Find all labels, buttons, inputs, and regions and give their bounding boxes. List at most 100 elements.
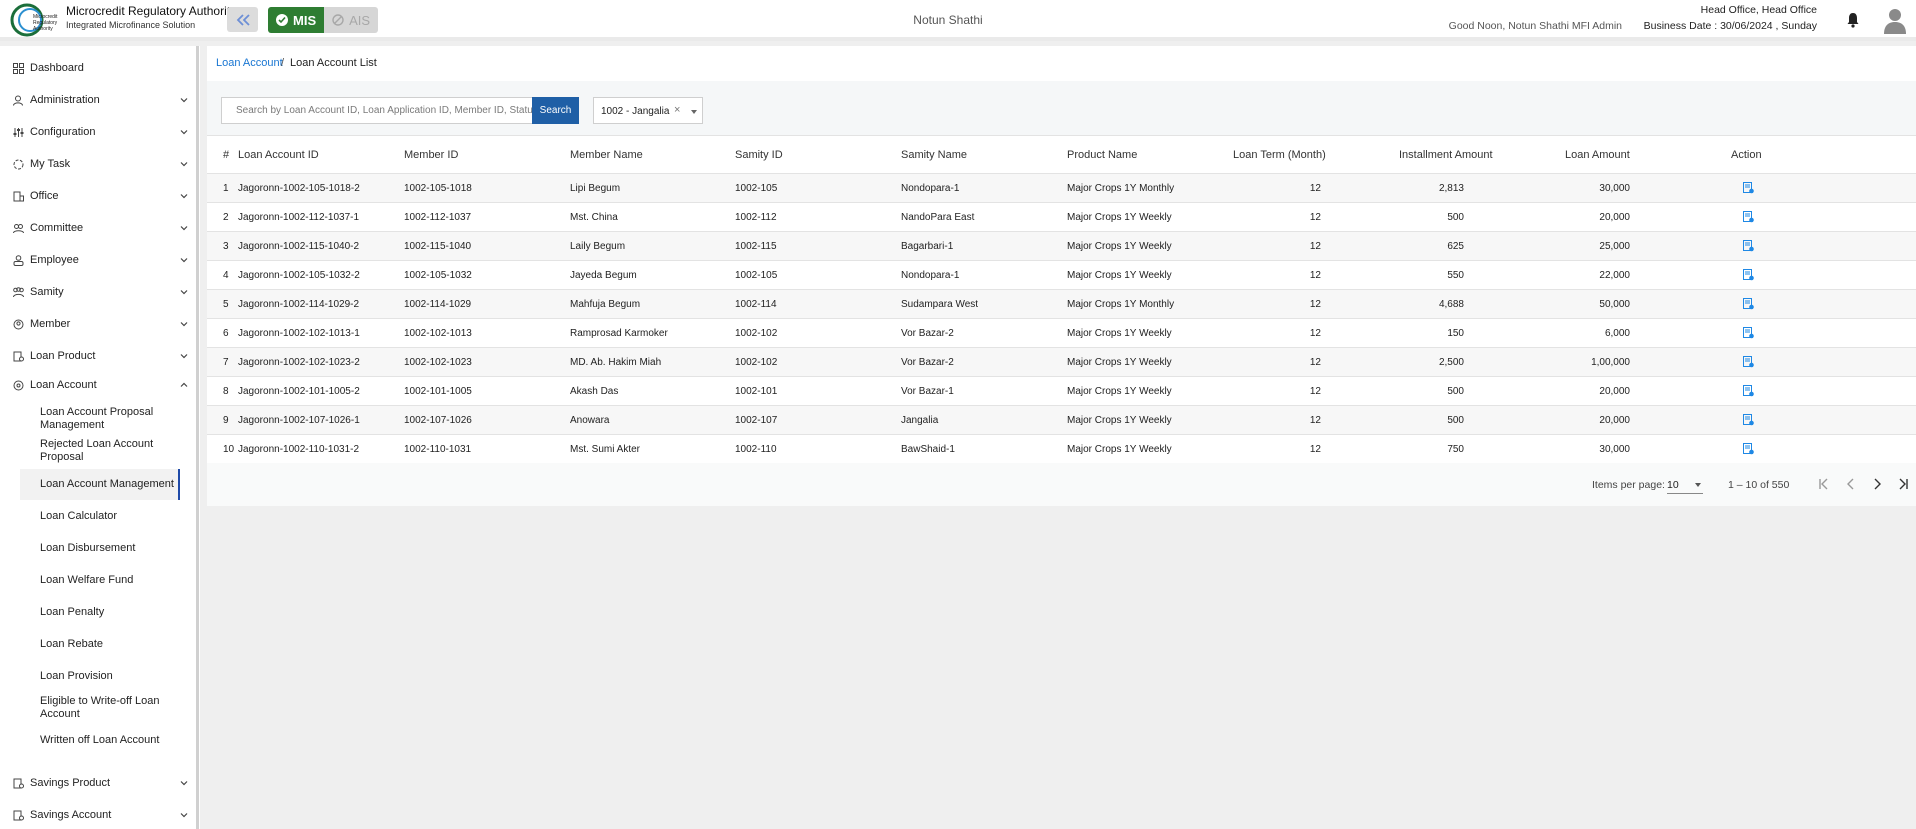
sidebar-item-loan-account[interactable]: Loan Account [0, 371, 196, 399]
table-row[interactable]: 10 Jagoronn-1002-110-1031-2 1002-110-1031 M… [207, 434, 1916, 464]
sidebar-item-my-task[interactable]: My Task [0, 150, 196, 178]
cell-loan-amount: 50,000 [1565, 289, 1731, 319]
table-row[interactable]: 6 Jagoronn-1002-102-1013-1 1002-102-1013 Ra… [207, 318, 1916, 348]
sidebar-item-label: My Task [30, 158, 71, 170]
sidebar-sub-rejected-proposal[interactable]: Rejected Loan Account Proposal [20, 437, 180, 465]
col-header-loan-term[interactable]: Loan Term (Month) [1233, 135, 1399, 174]
dashboard-icon [13, 62, 24, 74]
cell-member-name: Jayeda Begum [570, 260, 735, 290]
view-details-icon[interactable] [1743, 327, 1754, 339]
col-header-samity-id[interactable]: Samity ID [735, 135, 901, 174]
loan-product-icon [13, 351, 24, 361]
caret-down-icon [1695, 483, 1701, 487]
cell-action [1731, 376, 1916, 406]
breadcrumb-current: Loan Account List [290, 57, 377, 69]
sidebar-scrollbar[interactable] [196, 46, 199, 829]
office-icon [13, 191, 24, 201]
sidebar-sub-loan-rebate[interactable]: Loan Rebate [20, 635, 180, 653]
cell-loan-amount: 1,00,000 [1565, 347, 1731, 377]
module-switch: MIS AIS [268, 7, 379, 33]
search-button[interactable]: Search [532, 97, 579, 124]
table-row[interactable]: 9 Jagoronn-1002-107-1026-1 1002-107-1026 An… [207, 405, 1916, 435]
table-row[interactable]: 5 Jagoronn-1002-114-1029-2 1002-114-1029 Ma… [207, 289, 1916, 319]
view-details-icon[interactable] [1743, 385, 1754, 397]
sidebar-item-employee[interactable]: Employee [0, 246, 196, 274]
user-avatar-icon[interactable] [1883, 7, 1907, 34]
cell-product-name: Major Crops 1Y Monthly [1067, 173, 1233, 203]
sidebar-sub-eligible-write-off[interactable]: Eligible to Write-off Loan Account [20, 694, 180, 722]
col-header-member-name[interactable]: Member Name [570, 135, 735, 174]
chevron-down-icon [180, 322, 188, 327]
view-details-icon[interactable] [1743, 182, 1754, 194]
bell-icon[interactable] [1846, 12, 1860, 28]
sidebar-sub-loan-calculator[interactable]: Loan Calculator [20, 507, 180, 525]
greeting-text: Good Noon, Notun Shathi MFI Admin [1448, 20, 1622, 32]
cell-member-id: 1002-101-1005 [404, 376, 570, 406]
view-details-icon[interactable] [1743, 443, 1754, 455]
view-details-icon[interactable] [1743, 269, 1754, 281]
table-row[interactable]: 4 Jagoronn-1002-105-1032-2 1002-105-1032 Ja… [207, 260, 1916, 290]
sidebar-sub-loan-disbursement[interactable]: Loan Disbursement [20, 539, 180, 557]
table-row[interactable]: 3 Jagoronn-1002-115-1040-2 1002-115-1040 La… [207, 231, 1916, 261]
cell-installment-amount: 750 [1399, 434, 1565, 464]
table-row[interactable]: 1 Jagoronn-1002-105-1018-2 1002-105-1018 Li… [207, 173, 1916, 203]
sidebar-sub-loan-welfare-fund[interactable]: Loan Welfare Fund [20, 571, 180, 589]
breadcrumb-loan-account-link[interactable]: Loan Account [216, 57, 283, 69]
sidebar-sub-loan-penalty[interactable]: Loan Penalty [20, 603, 180, 621]
ais-label: AIS [349, 12, 371, 28]
clear-icon[interactable]: × [674, 104, 680, 116]
view-details-icon[interactable] [1743, 211, 1754, 223]
sidebar-item-administration[interactable]: Administration [0, 86, 196, 114]
sidebar-item-member[interactable]: Member [0, 310, 196, 338]
view-details-icon[interactable] [1743, 240, 1754, 252]
cell-samity-name: Nondopara-1 [901, 173, 1067, 203]
cell-product-name: Major Crops 1Y Weekly [1067, 434, 1233, 464]
col-header-loan-account-id[interactable]: Loan Account ID [238, 135, 404, 174]
sidebar-sub-loan-provision[interactable]: Loan Provision [20, 667, 180, 685]
col-header-loan-amount[interactable]: Loan Amount [1565, 135, 1731, 174]
cell-samity-id: 1002-101 [735, 376, 901, 406]
next-page-icon[interactable] [1869, 476, 1885, 492]
sidebar-item-samity[interactable]: Samity [0, 278, 196, 306]
view-details-icon[interactable] [1743, 356, 1754, 368]
previous-page-icon[interactable] [1843, 476, 1859, 492]
sidebar-item-office[interactable]: Office [0, 182, 196, 210]
col-header-installment-amount[interactable]: Installment Amount [1399, 135, 1565, 174]
cell-product-name: Major Crops 1Y Weekly [1067, 347, 1233, 377]
cell-member-name: Lipi Begum [570, 173, 735, 203]
cell-member-id: 1002-102-1013 [404, 318, 570, 348]
table-row[interactable]: 8 Jagoronn-1002-101-1005-2 1002-101-1005 Ak… [207, 376, 1916, 406]
cell-loan-term: 12 [1233, 260, 1399, 290]
cell-product-name: Major Crops 1Y Weekly [1067, 202, 1233, 232]
items-per-page-select[interactable]: 10 [1667, 476, 1703, 494]
branch-select[interactable]: 1002 - Jangalia × [593, 97, 703, 124]
page-range-label: 1 – 10 of 550 [1728, 479, 1790, 491]
sidebar-item-committee[interactable]: Committee [0, 214, 196, 242]
sidebar-sub-loan-account-proposal[interactable]: Loan Account Proposal Management [20, 405, 180, 433]
mis-button[interactable]: MIS [268, 7, 325, 33]
table-row[interactable]: 2 Jagoronn-1002-112-1037-1 1002-112-1037 Ms… [207, 202, 1916, 232]
view-details-icon[interactable] [1743, 298, 1754, 310]
cell-loan-account-id: Jagoronn-1002-114-1029-2 [238, 289, 404, 319]
search-input[interactable] [221, 97, 533, 124]
table-row[interactable]: 7 Jagoronn-1002-102-1023-2 1002-102-1023 MD… [207, 347, 1916, 377]
first-page-icon[interactable] [1816, 476, 1832, 492]
row-index: 10 [207, 434, 238, 464]
col-header-member-id[interactable]: Member ID [404, 135, 570, 174]
sidebar-sub-written-off[interactable]: Written off Loan Account [20, 731, 180, 749]
sidebar-item-savings-account[interactable]: Savings Account [0, 801, 196, 829]
col-header-samity-name[interactable]: Samity Name [901, 135, 1067, 174]
sidebar-item-loan-product[interactable]: Loan Product [0, 342, 196, 370]
sidebar-sub-loan-account-management[interactable]: Loan Account Management [20, 469, 180, 500]
cell-samity-name: Nondopara-1 [901, 260, 1067, 290]
collapse-sidebar-button[interactable] [227, 7, 258, 32]
ais-button[interactable]: AIS [324, 7, 379, 33]
sidebar-item-configuration[interactable]: Configuration [0, 118, 196, 146]
view-details-icon[interactable] [1743, 414, 1754, 426]
cell-installment-amount: 500 [1399, 405, 1565, 435]
last-page-icon[interactable] [1895, 476, 1911, 492]
col-header-product-name[interactable]: Product Name [1067, 135, 1233, 174]
cell-samity-name: Sudampara West [901, 289, 1067, 319]
sidebar-item-dashboard[interactable]: Dashboard [0, 54, 196, 82]
sidebar-item-savings-product[interactable]: Savings Product [0, 769, 196, 797]
